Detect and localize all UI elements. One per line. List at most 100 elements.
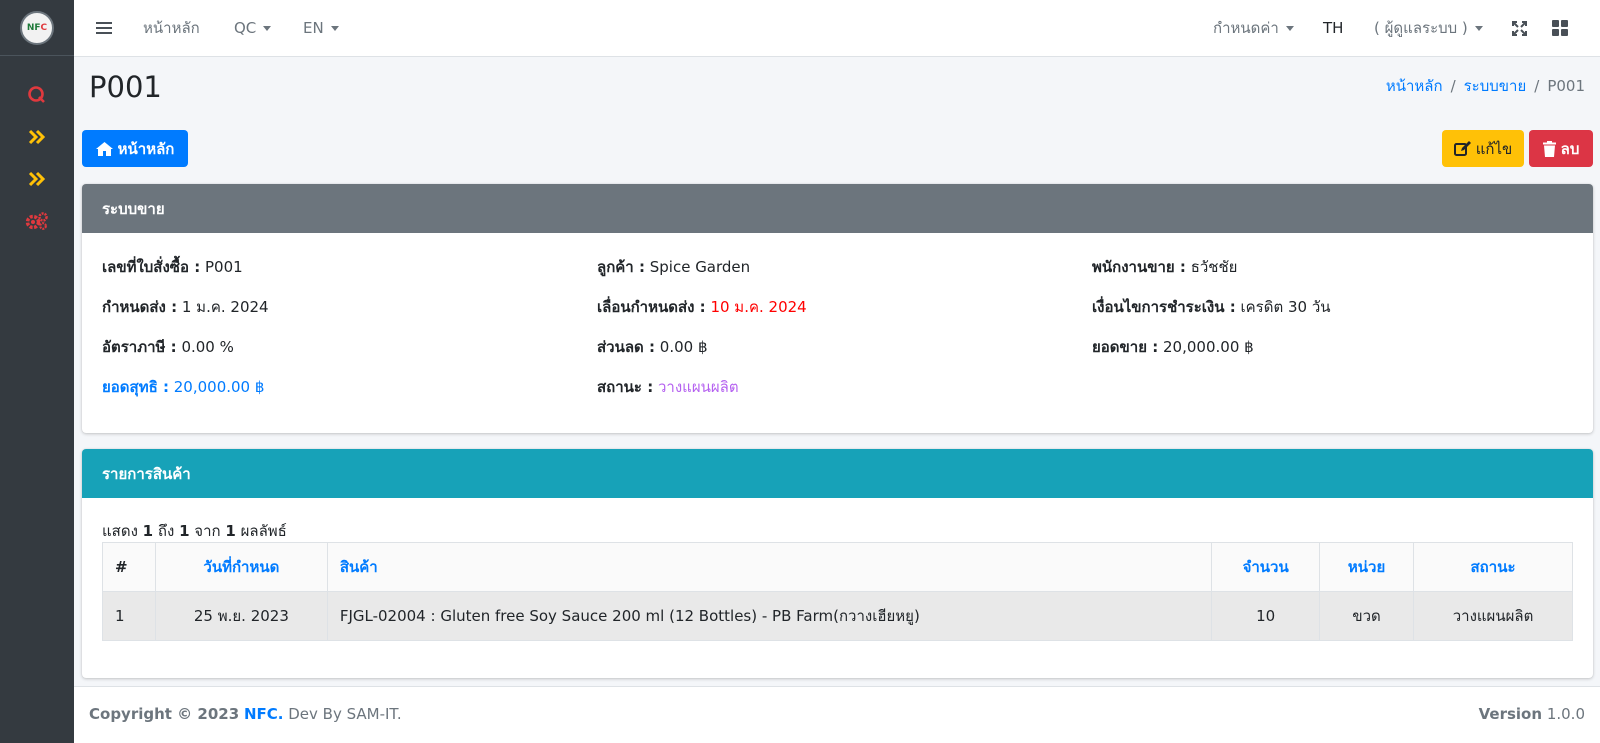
customer-label: ลูกค้า : [597, 258, 645, 276]
salesperson-value: ธวัชชัย [1190, 258, 1238, 276]
breadcrumb-home[interactable]: หน้าหลัก [1386, 77, 1443, 95]
result-from: 1 [142, 522, 154, 540]
chevron-down-icon [1285, 25, 1294, 31]
nav-th-lang[interactable]: TH [1323, 0, 1343, 56]
discount-label: ส่วนลด : [597, 338, 655, 356]
page-title: P001 [89, 70, 162, 104]
edit-button-label: แก้ไข [1475, 139, 1513, 158]
row-unit: ขวด [1319, 591, 1415, 641]
column-header-product[interactable]: สินค้า [326, 542, 1213, 592]
nav-qc-dropdown[interactable]: QC [234, 0, 272, 56]
result-summary: แสดง 1 ถึง 1 จาก 1 ผลลัพธ์ [102, 519, 287, 543]
postponed-date-label: เลื่อนกำหนดส่ง : [597, 298, 706, 316]
nav-lang-dropdown[interactable]: EN [303, 0, 339, 56]
delete-button[interactable]: ลบ [1529, 130, 1593, 167]
net-total-field: ยอดสุทธิ : 20,000.00 ฿ [102, 375, 264, 399]
nav-qc-label: QC [234, 19, 257, 37]
result-prefix: แสดง [102, 522, 138, 540]
chevron-down-icon [330, 25, 339, 31]
delete-button-label: ลบ [1560, 139, 1580, 158]
copyright-label: Copyright © 2023 [89, 705, 240, 723]
payment-terms-value: เครดิต 30 วัน [1240, 298, 1331, 316]
due-date-field: กำหนดส่ง : 1 ม.ค. 2024 [102, 295, 269, 319]
trash-icon [1542, 140, 1556, 157]
status-field: สถานะ : วางแผนผลิต [597, 375, 739, 399]
developer-credit: Dev By SAM-IT. [288, 705, 402, 723]
top-navbar: หน้าหลัก QC EN กำหนดค่า TH ( ผู้ดูแลระบบ… [74, 0, 1600, 57]
due-date-value: 1 ม.ค. 2024 [181, 298, 269, 316]
net-total-label: ยอดสุทธิ : [102, 378, 169, 396]
table-row: 1 25 พ.ย. 2023 FJGL-02004 : Gluten free … [102, 591, 1573, 641]
customer-field: ลูกค้า : Spice Garden [597, 255, 750, 279]
nav-settings-label: กำหนดค่า [1213, 19, 1279, 37]
nav-home-link[interactable]: หน้าหลัก [143, 0, 200, 56]
result-to-word: ถึง [157, 522, 175, 540]
payment-terms-label: เงื่อนไขการชำระเงิน : [1092, 298, 1236, 316]
po-number-label: เลขที่ใบสั่งซื้อ : [102, 258, 201, 276]
grid-icon[interactable] [1552, 0, 1568, 56]
edit-icon [1453, 140, 1471, 156]
double-chevron-right-icon[interactable] [0, 164, 74, 194]
discount-value: 0.00 ฿ [659, 338, 708, 356]
status-label: สถานะ : [597, 378, 654, 396]
tax-rate-field: อัตราภาษี : 0.00 % [102, 335, 234, 359]
column-header-unit[interactable]: หน่วย [1319, 542, 1415, 592]
edit-button[interactable]: แก้ไข [1442, 130, 1524, 167]
po-number-field: เลขที่ใบสั่งซื้อ : P001 [102, 255, 243, 279]
gears-icon[interactable] [0, 206, 74, 236]
home-button[interactable]: หน้าหลัก [82, 130, 188, 167]
chevron-down-icon [263, 25, 272, 31]
product-table: # วันที่กำหนด สินค้า จำนวน หน่วย สถานะ 1… [102, 542, 1573, 641]
salesperson-label: พนักงานขาย : [1092, 258, 1186, 276]
double-chevron-right-icon[interactable] [0, 122, 74, 152]
tax-rate-value: 0.00 % [181, 338, 234, 356]
column-header-number: # [102, 542, 156, 592]
result-of-word: จาก [194, 522, 221, 540]
content-header: P001 หน้าหลัก / ระบบขาย / P001 [74, 57, 1600, 122]
breadcrumb-current: P001 [1547, 77, 1585, 95]
salesperson-field: พนักงานขาย : ธวัชชัย [1092, 255, 1237, 279]
net-total-value: 20,000.00 ฿ [173, 378, 265, 396]
footer: Copyright © 2023 NFC. Dev By SAM-IT. Ver… [74, 686, 1600, 743]
column-header-quantity[interactable]: จำนวน [1211, 542, 1321, 592]
row-date: 25 พ.ย. 2023 [154, 591, 328, 641]
sidebar: NF C [0, 0, 74, 743]
column-header-date[interactable]: วันที่กำหนด [154, 542, 328, 592]
product-list-card: รายการสินค้า แสดง 1 ถึง 1 จาก 1 ผลลัพธ์ … [82, 449, 1593, 678]
expand-icon[interactable] [1512, 0, 1527, 56]
nav-user-dropdown[interactable]: ( ผู้ดูแลระบบ ) [1374, 0, 1483, 56]
row-quantity: 10 [1211, 591, 1321, 641]
row-number: 1 [102, 591, 156, 641]
nav-lang-label: EN [303, 19, 324, 37]
version-value: 1.0.0 [1546, 705, 1585, 723]
breadcrumb-separator: / [1534, 77, 1540, 95]
due-date-label: กำหนดส่ง : [102, 298, 178, 316]
brand-link[interactable]: NFC. [244, 705, 284, 723]
nav-user-label: ( ผู้ดูแลระบบ ) [1374, 19, 1468, 37]
product-list-card-title: รายการสินค้า [82, 449, 1593, 498]
chevron-down-icon [1474, 25, 1483, 31]
sales-total-field: ยอดขาย : 20,000.00 ฿ [1092, 335, 1254, 359]
status-value: วางแผนผลิต [657, 378, 739, 396]
home-icon [95, 141, 113, 156]
breadcrumb-separator: / [1450, 77, 1456, 95]
table-header-row: # วันที่กำหนด สินค้า จำนวน หน่วย สถานะ [102, 542, 1573, 592]
nav-settings-dropdown[interactable]: กำหนดค่า [1213, 0, 1294, 56]
nfc-logo[interactable]: NF C [20, 10, 54, 45]
logo-text: NF [26, 22, 41, 33]
payment-terms-field: เงื่อนไขการชำระเงิน : เครดิต 30 วัน [1092, 295, 1331, 319]
column-header-status[interactable]: สถานะ [1413, 542, 1573, 592]
logo-text-accent: C [40, 22, 48, 33]
copyright-text: Copyright © 2023 NFC. Dev By SAM-IT. [89, 705, 402, 723]
version-text: Version 1.0.0 [1479, 705, 1585, 723]
postponed-date-value: 10 ม.ค. 2024 [710, 298, 807, 316]
breadcrumb-sales[interactable]: ระบบขาย [1464, 77, 1527, 95]
sales-total-value: 20,000.00 ฿ [1163, 338, 1254, 356]
customer-value: Spice Garden [649, 258, 751, 276]
row-product: FJGL-02004 : Gluten free Soy Sauce 200 m… [326, 591, 1213, 641]
po-number-value: P001 [204, 258, 243, 276]
hamburger-icon[interactable] [96, 0, 112, 56]
logo-area[interactable]: NF C [0, 0, 74, 56]
qc-icon[interactable] [0, 80, 74, 110]
row-status: วางแผนผลิต [1413, 591, 1573, 641]
